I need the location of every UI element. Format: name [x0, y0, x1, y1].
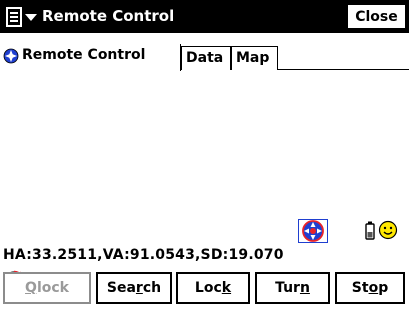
angle-distance-readout: HA:33.2511,VA:91.0543,SD:19.070	[3, 247, 284, 263]
qlock-button[interactable]: Qlock	[3, 272, 91, 304]
tab-label: Data	[186, 50, 224, 66]
button-label-pre: St	[351, 280, 369, 296]
button-label-hotkey: n	[299, 280, 310, 296]
button-label-hotkey: o	[368, 280, 379, 296]
battery-icon	[365, 221, 375, 245]
title-bar: Remote Control Close	[0, 0, 409, 33]
button-label-pre: Loc	[194, 280, 222, 296]
button-label-post: lock	[36, 280, 69, 296]
button-label-hotkey: Q	[25, 280, 37, 296]
prism-target-icon[interactable]	[298, 219, 328, 243]
smiley-face-icon	[378, 220, 398, 244]
button-label-post: ch	[142, 280, 162, 296]
stop-button[interactable]: Stop	[335, 272, 405, 304]
tab-label: Map	[236, 50, 270, 66]
button-label-hotkey: k	[221, 280, 232, 296]
button-label-pre: Sea	[106, 280, 136, 296]
remote-control-view: HA:33.2511,VA:91.0543,SD:19.070	[0, 70, 409, 289]
tab-label: Remote Control	[22, 47, 146, 63]
turn-button[interactable]: Turn	[255, 272, 330, 304]
tab-map[interactable]: Map	[231, 46, 278, 70]
search-button[interactable]: Search	[96, 272, 172, 304]
button-label-pre: Tur	[275, 280, 300, 296]
button-label-hotkey: r	[135, 280, 143, 296]
button-label-post: p	[378, 280, 389, 296]
close-button[interactable]: Close	[347, 4, 406, 29]
start-menu-button[interactable]	[4, 4, 40, 30]
tab-data[interactable]: Data	[181, 46, 231, 70]
windows-start-icon	[6, 7, 37, 27]
tab-remote-control[interactable]: Remote Control	[0, 44, 181, 71]
window-title: Remote Control	[42, 7, 175, 25]
prism-target-icon	[3, 48, 19, 71]
lock-button[interactable]: Lock	[176, 272, 250, 304]
